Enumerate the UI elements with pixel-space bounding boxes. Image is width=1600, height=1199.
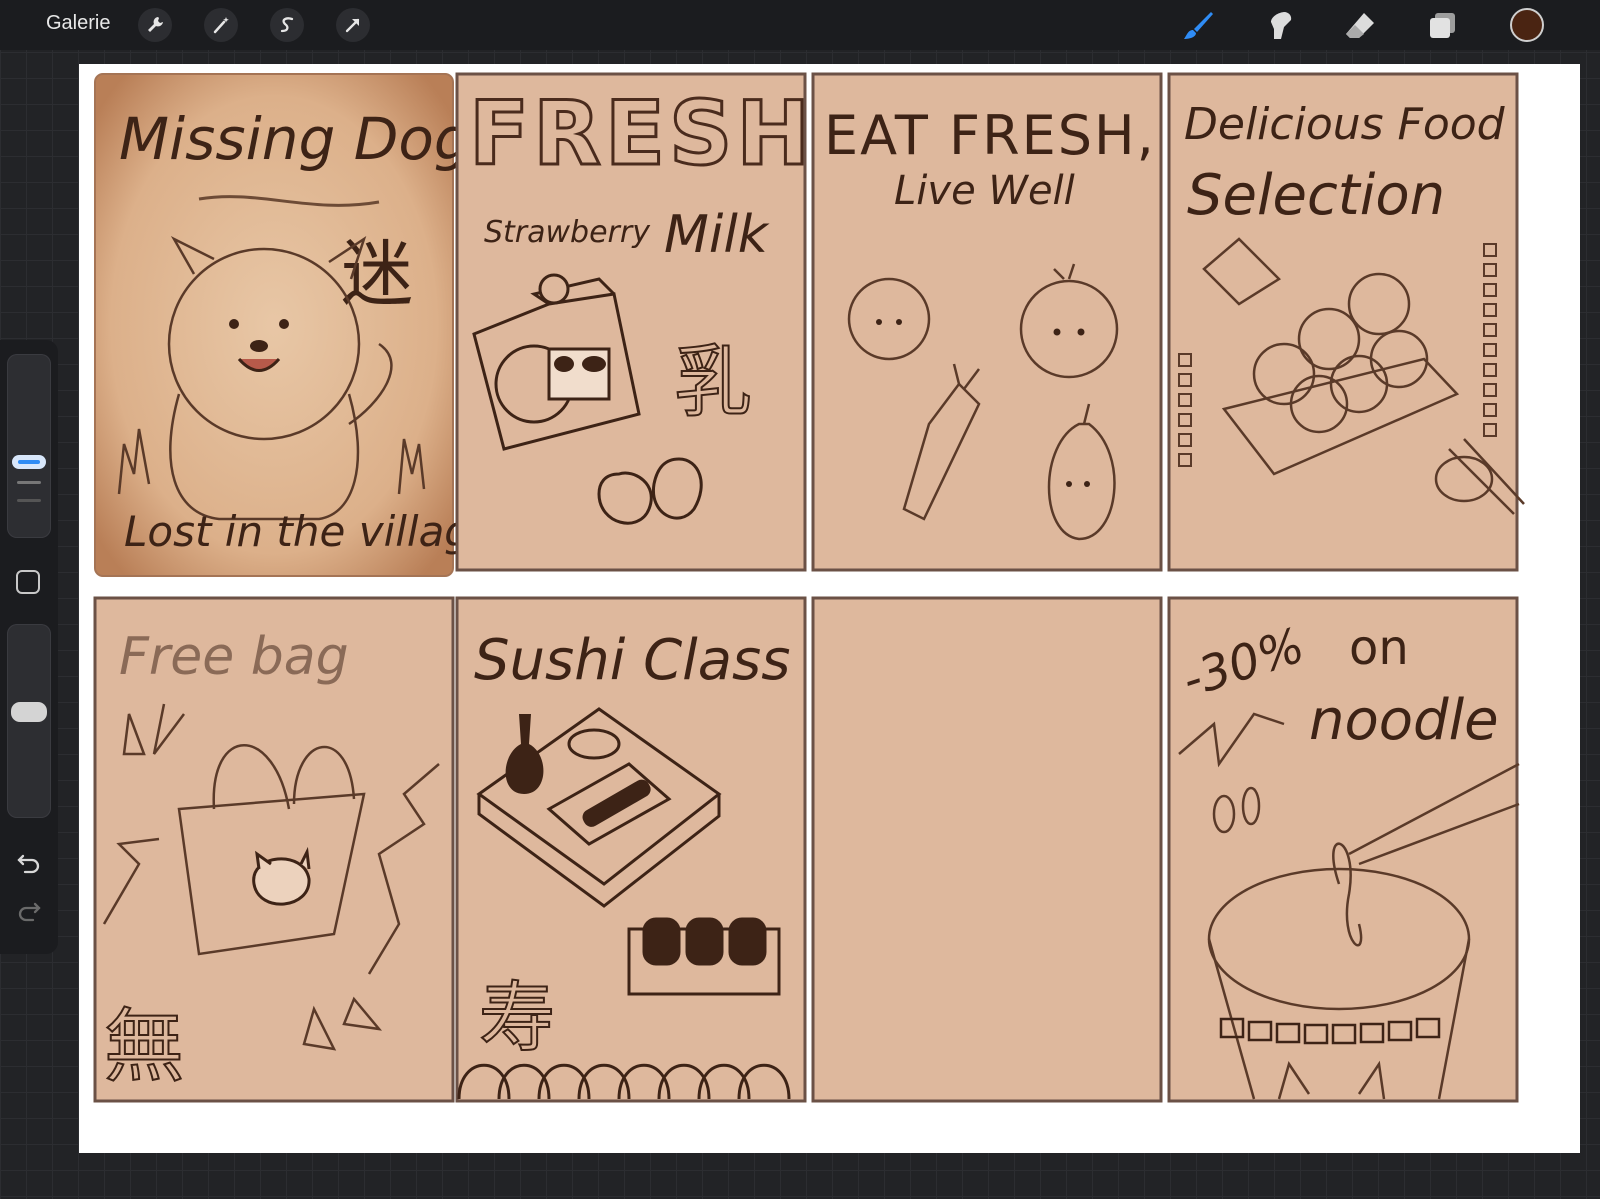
wrench-icon[interactable] [138,8,172,42]
opacity-slider[interactable] [7,624,51,818]
panel-empty [811,596,1163,1103]
move-arrow-icon[interactable] [336,8,370,42]
top-toolbar: Galerie [0,0,1600,50]
gallery-button[interactable]: Galerie [46,12,110,35]
panel-title: Free bag [119,627,349,687]
modify-square-button[interactable] [16,570,40,594]
panel-title-line1: Delicious Food [1184,99,1506,150]
selection-s-icon[interactable] [270,8,304,42]
panel-delicious-food: Delicious Food Selection [1167,72,1525,572]
panel-kanji: 無 [104,1000,184,1093]
panel-caption: Lost in the villag [124,507,471,556]
panel-fresh-milk: FRESH Strawberry Milk 乳 [455,72,814,572]
left-sidebar [0,340,58,954]
panel-subtitle-left: Strawberry [484,215,651,250]
panel-noodle-sale: -30% on noodle [1167,596,1520,1103]
panel-subtitle-right: Milk [664,205,770,265]
panel-subtitle: Live Well [894,168,1075,214]
drawing-canvas[interactable]: Missing Dog 迷 Lost in the villag FRESH S… [79,64,1580,1153]
undo-icon[interactable] [15,848,43,876]
panel-eat-fresh: EAT FRESH, Live Well [811,72,1163,572]
panel-title: Sushi Class [474,628,790,693]
brush-size-handle[interactable] [12,455,46,469]
panel-title: EAT FRESH, [824,104,1156,167]
panel-title-line2: Selection [1187,163,1445,228]
brush-icon[interactable] [1180,8,1216,44]
panel-kanji: 乳 [674,338,752,428]
opacity-handle[interactable] [11,702,47,722]
panel-kanji: 寿 [479,973,555,1062]
smudge-icon[interactable] [1262,8,1298,44]
panel-title: FRESH [469,82,814,185]
panel-sushi-class: Sushi Class 寿 [455,596,807,1103]
brush-size-slider[interactable] [7,354,51,538]
panel-free-bag: Free bag 無 [93,596,455,1103]
layers-icon[interactable] [1424,8,1460,44]
panel-title-line2: on [1349,620,1409,676]
panel-missing-dog: Missing Dog 迷 Lost in the villag [94,73,471,577]
redo-icon[interactable] [15,896,43,924]
panel-title-line3: noodle [1309,688,1499,753]
eraser-icon[interactable] [1342,8,1378,44]
panel-title: Missing Dog [119,105,471,173]
artwork: Missing Dog 迷 Lost in the villag FRESH S… [93,72,1525,1103]
magic-wand-icon[interactable] [204,8,238,42]
color-picker-swatch[interactable] [1510,8,1544,42]
